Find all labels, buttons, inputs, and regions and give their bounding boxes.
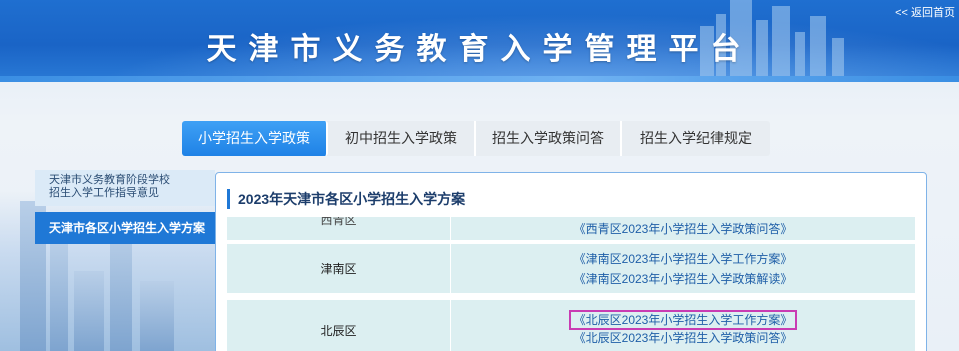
district-name: 西青区 [320,217,357,227]
table-row: 津南区 《津南区2023年小学招生入学工作方案》 《津南区2023年小学招生入学… [227,244,915,296]
district-name: 津南区 [320,262,357,276]
tab-middle-school-policy[interactable]: 初中招生入学政策 [328,121,476,156]
document-link[interactable]: 《北辰区2023年小学招生入学政策问答》 [574,328,793,348]
document-link[interactable]: 《津南区2023年小学招生入学工作方案》 [574,249,793,269]
sidebar-item-label: 招生入学工作指导意见 [49,187,159,199]
tab-policy-qa[interactable]: 招生入学政策问答 [476,121,622,156]
tower-graphic [50,241,68,351]
tower-graphic [74,271,104,351]
document-link-highlighted[interactable]: 《北辰区2023年小学招生入学工作方案》 [568,310,798,330]
sidebar-item-district-plans[interactable]: 天津市各区小学招生入学方案 [35,212,215,244]
policy-tabs: 小学招生入学政策 初中招生入学政策 招生入学政策问答 招生入学纪律规定 [182,121,770,156]
links-cell: 《西青区2023年小学招生入学政策问答》 [451,217,915,240]
table-row: 北辰区 《北辰区2023年小学招生入学工作方案》 《北辰区2023年小学招生入学… [227,300,915,351]
links-cell: 《津南区2023年小学招生入学工作方案》 《津南区2023年小学招生入学政策解读… [451,244,915,293]
return-home-link[interactable]: << 返回首页 [895,4,955,20]
tab-discipline-rules[interactable]: 招生入学纪律规定 [622,121,770,156]
document-link[interactable]: 《西青区2023年小学招生入学政策问答》 [574,219,793,239]
document-link[interactable]: 《津南区2023年小学招生入学政策解读》 [574,269,793,289]
district-cell: 西青区 [227,217,451,240]
page-title: 天津市义务教育入学管理平台 [206,32,753,67]
table-row: 西青区 《西青区2023年小学招生入学政策问答》 [227,217,915,243]
district-name: 北辰区 [320,323,357,338]
tab-primary-school-policy[interactable]: 小学招生入学政策 [182,121,328,156]
header-banner: 天津市义务教育入学管理平台 << 返回首页 [0,0,959,82]
district-cell: 津南区 [227,244,451,293]
tower-graphic [110,231,132,351]
tower-graphic [140,281,174,351]
content-title: 2023年天津市各区小学招生入学方案 [227,189,465,209]
links-cell: 《北辰区2023年小学招生入学工作方案》 《北辰区2023年小学招生入学政策问答… [451,300,915,351]
header-bottom-band [0,76,959,82]
sidebar-item-guidance[interactable]: 天津市义务教育阶段学校 招生入学工作指导意见 [35,170,215,206]
district-cell: 北辰区 [227,300,451,351]
sidebar-item-label: 天津市义务教育阶段学校 [49,174,170,186]
